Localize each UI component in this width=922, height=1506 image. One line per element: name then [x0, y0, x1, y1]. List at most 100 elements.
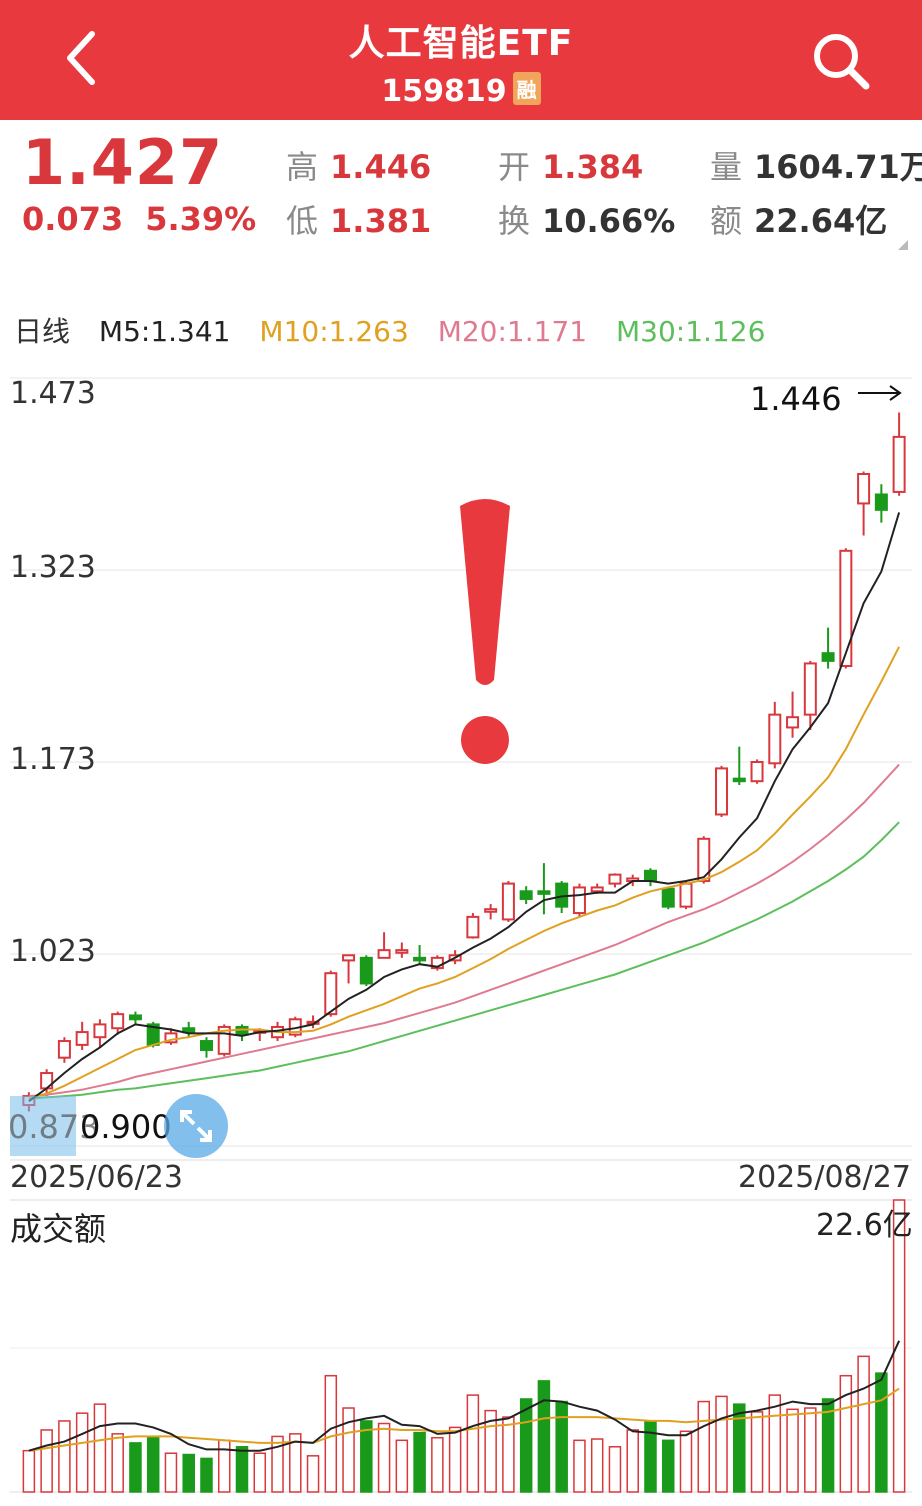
- candle-up: [57, 1040, 71, 1059]
- ma20-line: [28, 763, 900, 1098]
- stat-high: 高 1.446: [286, 148, 432, 186]
- candle-up: [608, 873, 622, 885]
- expand-corner-icon[interactable]: [898, 240, 908, 250]
- stat-low: 低 1.381: [286, 202, 432, 240]
- candle-up: [501, 882, 515, 921]
- amount-bar-up: [786, 1408, 799, 1493]
- candle-up: [111, 1013, 125, 1030]
- candle-up: [857, 473, 871, 505]
- candle-up: [342, 954, 356, 962]
- candle-up: [395, 949, 409, 954]
- exclamation-icon: [460, 499, 510, 764]
- amount-bar-up: [804, 1407, 817, 1493]
- y-tick-label: 1.023: [10, 934, 96, 969]
- amount-bar-up: [75, 1412, 89, 1493]
- ma20-label: M20:1.171: [437, 315, 588, 348]
- amount-bar-down: [875, 1372, 888, 1493]
- amount-bar-up: [697, 1400, 711, 1493]
- y-tick-label: 1.473: [10, 376, 96, 411]
- candle-up: [484, 908, 498, 913]
- ma30-label: M30:1.126: [616, 315, 766, 348]
- candle-up: [466, 915, 480, 939]
- candle-up: [590, 886, 604, 893]
- margin-badge: 融: [512, 72, 541, 105]
- amount-bar-down: [360, 1420, 373, 1493]
- amount-bar-up: [502, 1416, 515, 1493]
- amount-bar-down: [519, 1398, 533, 1493]
- candle-up: [803, 662, 817, 716]
- amount-bar-up: [395, 1439, 409, 1493]
- stat-turnover: 换 10.66%: [498, 202, 676, 240]
- amount-bar-up: [306, 1455, 320, 1493]
- candle-up: [75, 1031, 89, 1046]
- expand-arrows-icon[interactable]: [164, 1094, 228, 1158]
- amount-bar-up: [324, 1374, 338, 1493]
- amount-bars: [22, 1199, 906, 1493]
- candle-up: [750, 761, 764, 783]
- header-bar: 人工智能ETF 159819 融: [0, 0, 922, 120]
- amount-bar-up: [590, 1438, 604, 1493]
- candle-down: [235, 1025, 249, 1036]
- candle-down: [413, 956, 427, 962]
- candle-down: [732, 777, 746, 783]
- low-marker-label: 0.900: [80, 1108, 172, 1146]
- amount-bar-up: [573, 1439, 586, 1493]
- search-icon[interactable]: [808, 28, 872, 92]
- candle-up: [786, 716, 800, 729]
- amount-bar-up: [111, 1433, 124, 1493]
- fund-code-line: 159819 融: [0, 72, 922, 109]
- amount-bar-down: [661, 1439, 675, 1493]
- stat-amount: 额 22.64亿: [710, 202, 888, 240]
- candle-down: [182, 1027, 196, 1034]
- candle-up: [768, 713, 782, 765]
- amount-bar-up: [466, 1394, 480, 1493]
- amount-bar-down: [200, 1457, 213, 1493]
- amount-bar-up: [768, 1394, 782, 1493]
- fund-code: 159819: [381, 74, 507, 109]
- candle-down: [643, 869, 657, 883]
- amount-bar-up: [40, 1429, 53, 1493]
- change-value: 0.073: [22, 200, 124, 238]
- candle-down: [821, 652, 835, 662]
- candle-up: [715, 767, 729, 816]
- candle-down: [128, 1014, 142, 1021]
- amount-bar-up: [431, 1436, 444, 1493]
- candle-up: [892, 435, 906, 493]
- candle-down: [661, 887, 675, 908]
- amount-panel-title: 成交额: [10, 1210, 107, 1248]
- amount-bar-up: [715, 1395, 728, 1493]
- period-label[interactable]: 日线: [14, 315, 70, 348]
- candle-up: [572, 886, 586, 915]
- x-start-date: 2025/06/23: [10, 1160, 183, 1195]
- y-tick-label: 1.173: [10, 742, 96, 777]
- amount-bar-up: [22, 1449, 36, 1493]
- candle-down: [537, 890, 551, 895]
- last-price: 1.427: [22, 126, 224, 199]
- amount-bar-up: [58, 1420, 71, 1493]
- candle-up: [839, 549, 853, 667]
- candle-up: [377, 949, 391, 959]
- amount-max-label: 22.6亿: [816, 1208, 913, 1243]
- amount-bar-down: [146, 1436, 160, 1493]
- amount-bar-up: [626, 1429, 639, 1493]
- amount-bar-down: [129, 1442, 142, 1493]
- ma-legend: 日线 M5:1.341 M10:1.263 M20:1.171 M30:1.12…: [14, 310, 785, 350]
- amount-bar-up: [679, 1430, 693, 1493]
- candle-up: [93, 1023, 107, 1039]
- amount-bar-down: [182, 1453, 195, 1493]
- right-arrow-icon: [858, 385, 902, 401]
- amount-bar-up: [857, 1355, 870, 1493]
- amount-bar-down: [555, 1400, 568, 1493]
- amount-bar-up: [253, 1452, 267, 1493]
- x-end-date: 2025/08/27: [738, 1160, 911, 1195]
- amount-bar-up: [448, 1426, 462, 1493]
- amount-bar-up: [608, 1446, 622, 1493]
- ma10-label: M10:1.263: [259, 315, 409, 348]
- candle-down: [519, 890, 533, 900]
- amount-bar-down: [235, 1446, 249, 1493]
- amount-bar-up: [93, 1403, 107, 1493]
- amount-bar-down: [413, 1431, 426, 1493]
- price-change: 0.073 5.39%: [22, 200, 256, 238]
- ma5-label: M5:1.341: [98, 315, 231, 348]
- candle-down: [359, 956, 373, 985]
